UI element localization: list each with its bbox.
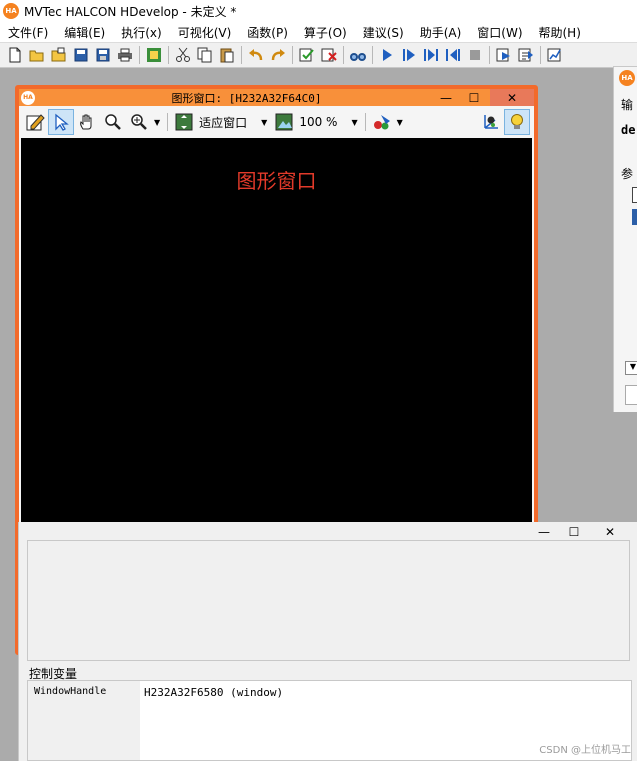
side-panel: HA 输 de 参 ▼ bbox=[613, 66, 637, 412]
toolbar-divider bbox=[372, 46, 373, 64]
minimize-button[interactable]: — bbox=[432, 89, 460, 106]
step-out-icon[interactable] bbox=[442, 44, 464, 66]
zoom-percent-select[interactable]: 100 % bbox=[299, 115, 337, 129]
param-icon[interactable] bbox=[632, 187, 637, 203]
toolbar-divider bbox=[292, 46, 293, 64]
step-into-icon[interactable] bbox=[420, 44, 442, 66]
step-over-icon[interactable] bbox=[398, 44, 420, 66]
menu-edit[interactable]: 编辑(E) bbox=[56, 24, 113, 41]
app-title-bar: HA MVTec HALCON HDevelop - 未定义 * bbox=[0, 0, 637, 22]
cut-icon[interactable] bbox=[172, 44, 194, 66]
image-zoom-icon[interactable] bbox=[271, 109, 297, 135]
fit-window-icon[interactable] bbox=[171, 109, 197, 135]
main-toolbar bbox=[0, 42, 637, 68]
variable-window-title-bar[interactable]: — ☐ ✕ bbox=[19, 522, 637, 542]
zoom-dropdown-caret-icon[interactable]: ▼ bbox=[154, 118, 160, 127]
side-panel-param-label: 参 bbox=[621, 167, 634, 181]
side-panel-output-label: 输 bbox=[621, 98, 634, 112]
variable-window: — ☐ ✕ 控制变量 WindowHandle H232A32F6580 (wi… bbox=[18, 522, 637, 761]
param-dropdown-icon[interactable]: ▼ bbox=[625, 361, 637, 375]
paste-icon[interactable] bbox=[216, 44, 238, 66]
menu-execute[interactable]: 执行(x) bbox=[113, 24, 169, 41]
edit-mode-icon[interactable] bbox=[22, 109, 48, 135]
menu-suggestions[interactable]: 建议(S) bbox=[355, 24, 412, 41]
insert-procedure-icon[interactable] bbox=[143, 44, 165, 66]
toolbar-divider bbox=[343, 46, 344, 64]
watermark: CSDN @上位机马工 bbox=[539, 745, 631, 756]
reset-program-icon[interactable] bbox=[493, 44, 515, 66]
undo-icon[interactable] bbox=[245, 44, 267, 66]
param-icon[interactable] bbox=[632, 209, 637, 225]
variable-value[interactable]: H232A32F6580 (window) bbox=[144, 686, 283, 699]
toolbar-divider bbox=[241, 46, 242, 64]
hand-pan-icon[interactable] bbox=[74, 109, 100, 135]
app-title: MVTec HALCON HDevelop - 未定义 * bbox=[24, 4, 237, 19]
maximize-button[interactable]: ☐ bbox=[460, 89, 488, 106]
print-icon[interactable] bbox=[114, 44, 136, 66]
menu-file[interactable]: 文件(F) bbox=[0, 24, 56, 41]
find-icon[interactable] bbox=[347, 44, 369, 66]
pointer-icon[interactable] bbox=[48, 109, 74, 135]
color-settings-icon[interactable] bbox=[369, 109, 395, 135]
side-panel-de-label: de bbox=[621, 123, 636, 137]
copy-icon[interactable] bbox=[194, 44, 216, 66]
3d-plot-icon[interactable] bbox=[478, 109, 504, 135]
halcon-logo-icon: HA bbox=[3, 3, 19, 19]
menu-window[interactable]: 窗口(W) bbox=[469, 24, 530, 41]
redo-icon[interactable] bbox=[267, 44, 289, 66]
zoom-mode-select[interactable]: 适应窗口 bbox=[199, 114, 247, 131]
zoom-mode-dropdown-icon[interactable]: ▼ bbox=[261, 118, 267, 127]
halcon-logo-icon: HA bbox=[619, 70, 635, 86]
toolbar-divider bbox=[540, 46, 541, 64]
save-as-icon[interactable] bbox=[92, 44, 114, 66]
menu-operators[interactable]: 算子(O) bbox=[296, 24, 355, 41]
stop-icon[interactable] bbox=[464, 44, 486, 66]
save-icon[interactable] bbox=[70, 44, 92, 66]
menu-assistants[interactable]: 助手(A) bbox=[412, 24, 470, 41]
open-file-icon[interactable] bbox=[26, 44, 48, 66]
open-example-icon[interactable] bbox=[48, 44, 70, 66]
toolbar-divider bbox=[489, 46, 490, 64]
close-button[interactable]: ✕ bbox=[588, 522, 632, 542]
minimize-button[interactable]: — bbox=[531, 522, 557, 542]
toolbar-divider bbox=[364, 113, 366, 131]
color-dropdown-icon[interactable]: ▼ bbox=[397, 118, 403, 127]
menu-bar: 文件(F) 编辑(E) 执行(x) 可视化(V) 函数(P) 算子(O) 建议(… bbox=[0, 22, 637, 42]
reset-procedure-icon[interactable] bbox=[515, 44, 537, 66]
menu-visualize[interactable]: 可视化(V) bbox=[170, 24, 240, 41]
graphics-window-title: 图形窗口: [H232A32F64C0] bbox=[171, 91, 322, 105]
zoom-percent-dropdown-icon[interactable]: ▼ bbox=[351, 118, 357, 127]
menu-procedures[interactable]: 函数(P) bbox=[239, 24, 296, 41]
param-field[interactable] bbox=[625, 385, 637, 405]
variable-name-column: WindowHandle bbox=[28, 681, 140, 760]
toolbar-divider bbox=[167, 113, 169, 131]
graphics-window-title-bar[interactable]: HA 图形窗口: [H232A32F64C0] — ☐ ✕ bbox=[19, 89, 534, 106]
activate-icon[interactable] bbox=[296, 44, 318, 66]
run-icon[interactable] bbox=[376, 44, 398, 66]
new-file-icon[interactable] bbox=[4, 44, 26, 66]
toolbar-divider bbox=[168, 46, 169, 64]
close-button[interactable]: ✕ bbox=[490, 89, 534, 106]
zoom-in-icon[interactable] bbox=[126, 109, 152, 135]
maximize-button[interactable]: ☐ bbox=[561, 522, 587, 542]
lightbulb-icon[interactable] bbox=[504, 109, 530, 135]
profiler-icon[interactable] bbox=[544, 44, 566, 66]
canvas-label: 图形窗口 bbox=[236, 169, 317, 193]
toolbar-divider bbox=[139, 46, 140, 64]
deactivate-icon[interactable] bbox=[318, 44, 340, 66]
iconic-variables-area[interactable] bbox=[27, 540, 630, 661]
zoom-icon[interactable] bbox=[100, 109, 126, 135]
variable-name[interactable]: WindowHandle bbox=[34, 686, 106, 697]
menu-help[interactable]: 帮助(H) bbox=[531, 24, 589, 41]
graphics-window-toolbar: ▼ 适应窗口 ▼ 100 % ▼ ▼ bbox=[19, 106, 534, 138]
